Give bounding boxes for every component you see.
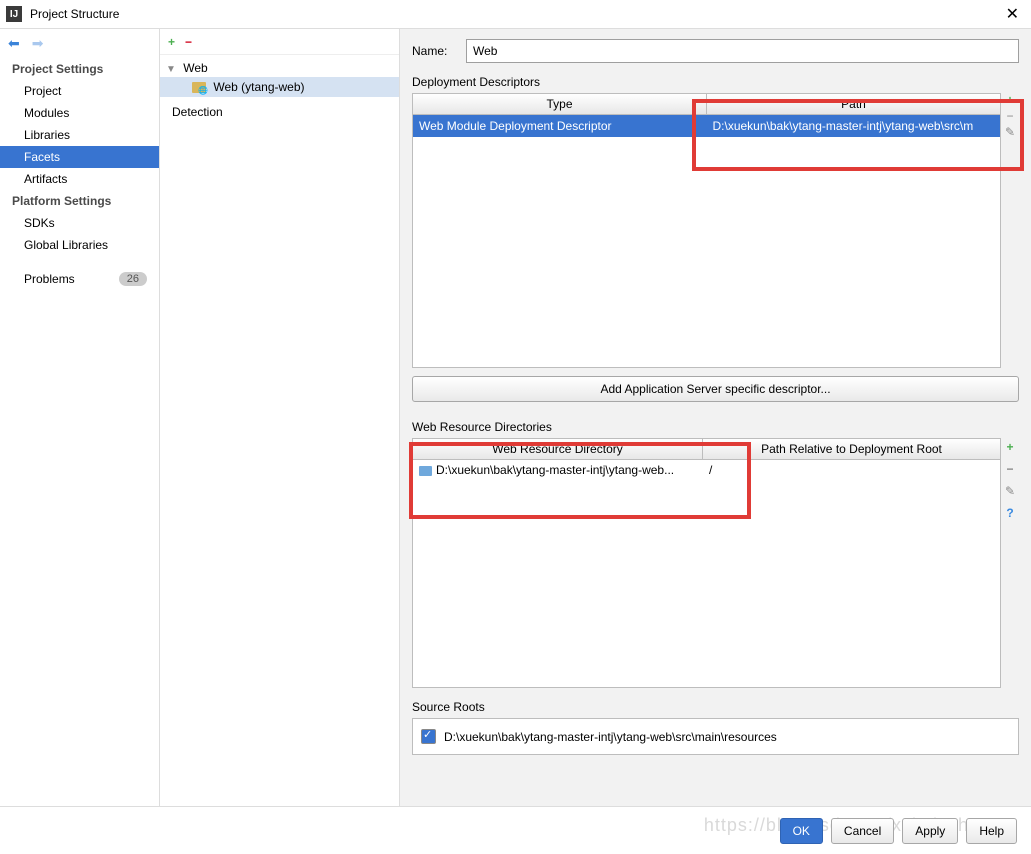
facet-tree-panel: + − ▼ Web Web (ytang-web) Detection — [160, 29, 400, 806]
nav-project[interactable]: Project — [0, 80, 159, 102]
dd-remove-icon[interactable]: − — [1006, 111, 1013, 121]
web-resource-dirs-label: Web Resource Directories — [412, 420, 1019, 434]
wrd-edit-icon[interactable]: ✎ — [1005, 484, 1015, 498]
tree-child-web[interactable]: Web (ytang-web) — [160, 77, 399, 97]
wrd-add-icon[interactable]: + — [1006, 440, 1013, 454]
wrd-help-icon[interactable]: ? — [1006, 506, 1013, 520]
cancel-button[interactable]: Cancel — [831, 818, 894, 844]
help-button[interactable]: Help — [966, 818, 1017, 844]
problems-label: Problems — [24, 272, 75, 286]
tree-child-label: Web (ytang-web) — [213, 80, 304, 94]
dd-cell-path: D:\xuekun\bak\ytang-master-intj\ytang-we… — [707, 115, 1001, 137]
wrd-row[interactable]: D:\xuekun\bak\ytang-master-intj\ytang-we… — [413, 460, 1000, 480]
nav-problems[interactable]: Problems 26 — [0, 266, 159, 292]
nav-facets[interactable]: Facets — [0, 146, 159, 168]
add-facet-icon[interactable]: + — [168, 35, 175, 49]
dd-row[interactable]: Web Module Deployment Descriptor D:\xuek… — [413, 115, 1000, 137]
nav-sdks[interactable]: SDKs — [0, 212, 159, 234]
remove-facet-icon[interactable]: − — [185, 35, 192, 49]
apply-button[interactable]: Apply — [902, 818, 958, 844]
nav-modules[interactable]: Modules — [0, 102, 159, 124]
web-facet-icon — [192, 82, 206, 93]
titlebar: IJ Project Structure ✕ — [0, 0, 1031, 28]
nav-global-libraries[interactable]: Global Libraries — [0, 234, 159, 256]
section-platform-settings: Platform Settings — [0, 190, 159, 212]
nav-forward-icon[interactable]: ➡ — [32, 35, 44, 52]
section-project-settings: Project Settings — [0, 58, 159, 80]
dd-add-icon[interactable]: + — [1006, 95, 1013, 105]
name-label: Name: — [412, 44, 458, 58]
nav-back-icon[interactable]: ⬅ — [8, 35, 20, 52]
ok-button[interactable]: OK — [780, 818, 823, 844]
add-server-descriptor-button[interactable]: Add Application Server specific descript… — [412, 376, 1019, 402]
left-nav: ⬅ ➡ Project Settings Project Modules Lib… — [0, 29, 160, 806]
dialog-body: ⬅ ➡ Project Settings Project Modules Lib… — [0, 28, 1031, 806]
dd-col-path[interactable]: Path — [707, 94, 1000, 114]
facet-detail-panel: Name: Deployment Descriptors Type Path W… — [400, 29, 1031, 806]
close-icon[interactable]: ✕ — [1000, 4, 1025, 24]
tree-root-web[interactable]: ▼ Web — [160, 59, 399, 77]
wrd-col-directory[interactable]: Web Resource Directory — [413, 439, 703, 459]
nav-artifacts[interactable]: Artifacts — [0, 168, 159, 190]
caret-down-icon: ▼ — [166, 64, 176, 75]
wrd-cell-relative-path: / — [703, 460, 1000, 480]
app-icon: IJ — [6, 6, 22, 22]
wrd-cell-directory: D:\xuekun\bak\ytang-master-intj\ytang-we… — [413, 460, 703, 480]
deployment-descriptors-table[interactable]: Type Path Web Module Deployment Descript… — [412, 93, 1001, 368]
nav-libraries[interactable]: Libraries — [0, 124, 159, 146]
dialog-footer: OK Cancel Apply Help — [0, 806, 1031, 854]
deployment-descriptors-label: Deployment Descriptors — [412, 75, 1019, 89]
source-roots-box: D:\xuekun\bak\ytang-master-intj\ytang-we… — [412, 718, 1019, 755]
source-root-checkbox[interactable] — [421, 729, 436, 744]
dd-edit-icon[interactable]: ✎ — [1005, 127, 1015, 137]
dd-cell-type: Web Module Deployment Descriptor — [413, 115, 707, 137]
folder-icon — [419, 466, 432, 476]
name-input[interactable] — [466, 39, 1019, 63]
problems-count-badge: 26 — [119, 272, 147, 286]
tree-root-label: Web — [183, 61, 207, 75]
web-resource-dirs-table[interactable]: Web Resource Directory Path Relative to … — [412, 438, 1001, 688]
dd-col-type[interactable]: Type — [413, 94, 707, 114]
source-root-path: D:\xuekun\bak\ytang-master-intj\ytang-we… — [444, 730, 777, 744]
tree-detection[interactable]: Detection — [160, 101, 399, 123]
wrd-col-relative-path[interactable]: Path Relative to Deployment Root — [703, 439, 1000, 459]
source-roots-label: Source Roots — [412, 700, 1019, 714]
wrd-remove-icon[interactable]: − — [1006, 462, 1013, 476]
window-title: Project Structure — [30, 7, 1000, 21]
